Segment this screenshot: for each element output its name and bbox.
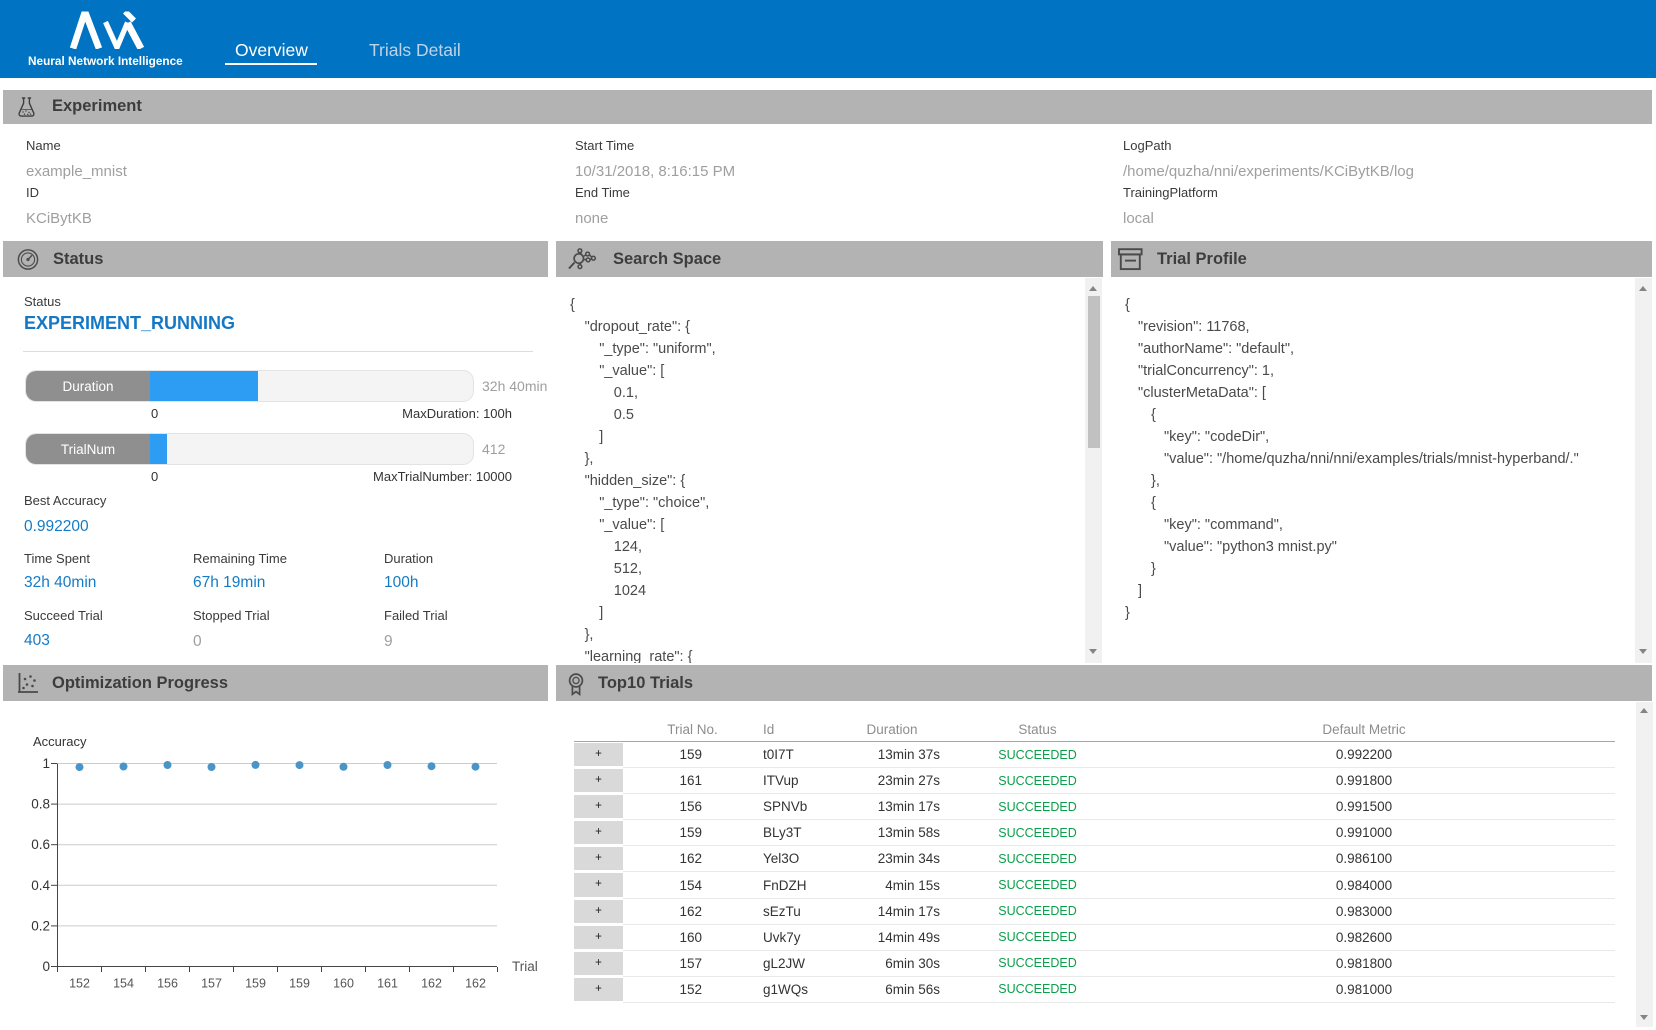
svg-text:154: 154	[113, 977, 134, 991]
svg-text:Trial: Trial	[512, 959, 538, 974]
svg-text:162: 162	[421, 977, 442, 991]
svg-text:1: 1	[42, 756, 50, 771]
svg-text:160: 160	[333, 977, 354, 991]
svg-text:0.2: 0.2	[31, 918, 50, 933]
svg-text:161: 161	[377, 977, 398, 991]
svg-text:156: 156	[157, 977, 178, 991]
svg-text:159: 159	[245, 977, 266, 991]
svg-text:0.6: 0.6	[31, 837, 50, 852]
svg-text:0.4: 0.4	[31, 878, 50, 893]
svg-text:0: 0	[42, 959, 50, 974]
svg-text:159: 159	[289, 977, 310, 991]
svg-text:0.8: 0.8	[31, 797, 50, 812]
svg-text:162: 162	[465, 977, 486, 991]
svg-text:Accuracy: Accuracy	[33, 734, 87, 749]
svg-text:157: 157	[201, 977, 222, 991]
svg-text:152: 152	[69, 977, 90, 991]
